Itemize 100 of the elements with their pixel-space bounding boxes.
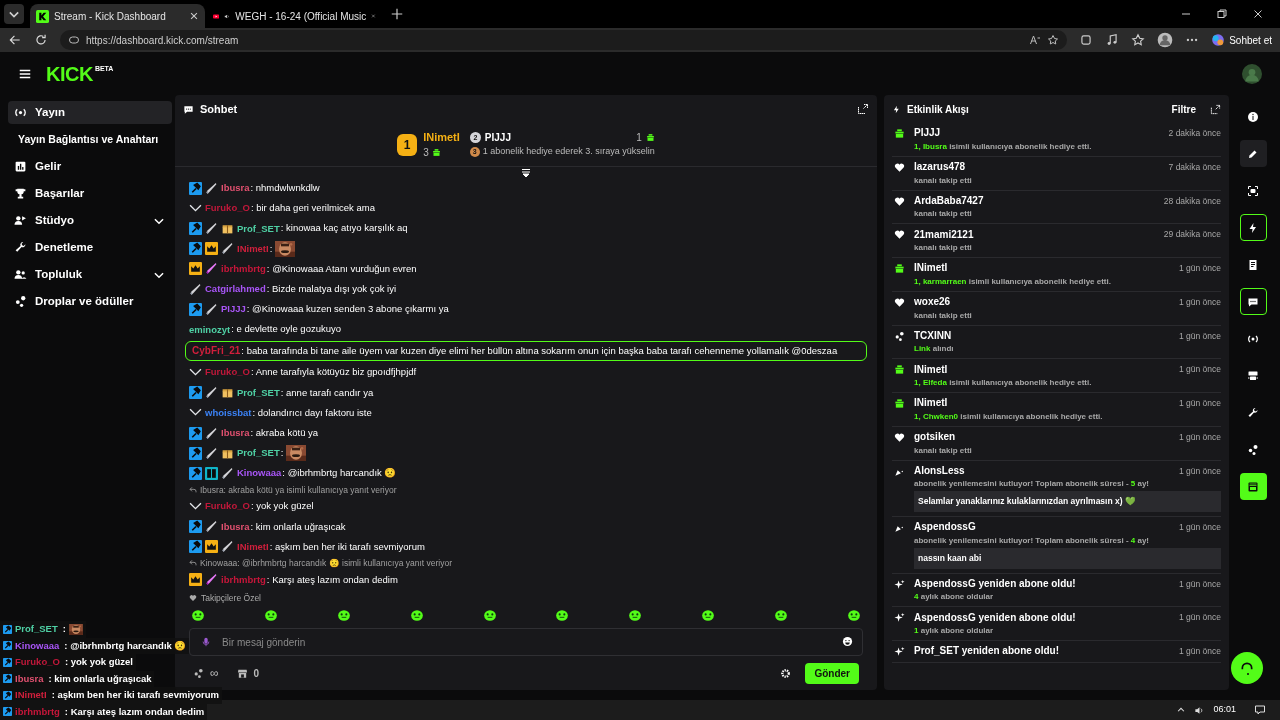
read-aloud-icon[interactable] — [1029, 34, 1042, 46]
browser-tab[interactable]: Stream - Kick Dashboard — [30, 4, 205, 28]
message-input[interactable]: Bir mesaj gönderin — [189, 628, 863, 656]
sidebar-item[interactable]: Gelir — [8, 155, 172, 178]
sidebar-item[interactable]: Yayın Bağlantısı ve Anahtarı — [8, 128, 172, 151]
event-title: AspendossG yeniden abone oldu! — [914, 611, 1077, 624]
popout-icon[interactable] — [857, 103, 869, 115]
username[interactable]: Ibusra — [221, 427, 250, 440]
drops-icon — [14, 295, 27, 308]
event-time: 1 gün önce — [1178, 464, 1221, 478]
emote-icon[interactable] — [409, 608, 424, 622]
message-text: : Karşı ateş lazım ondan dedim — [64, 704, 205, 719]
close-icon[interactable] — [1252, 8, 1264, 20]
message-text: : @ibrhmbrtg harcandık 😟 — [282, 466, 397, 481]
event-time: 1 gün önce — [1178, 645, 1221, 658]
event-time: 1 gün önce — [1178, 329, 1221, 343]
tool-button[interactable] — [1239, 288, 1267, 315]
sidebar-item[interactable]: Yayın — [8, 101, 172, 124]
trophy-icon — [14, 187, 27, 200]
event-title: woxe26 — [914, 296, 952, 309]
message-text: : — [62, 622, 66, 637]
username[interactable]: Ibusra — [221, 182, 250, 195]
emote-icon[interactable] — [263, 608, 278, 622]
hammer-badge-icon — [3, 657, 12, 667]
username[interactable]: Prof_SET — [237, 386, 280, 399]
sidebar-item[interactable]: Denetleme — [8, 236, 172, 259]
address-bar[interactable]: https://dashboard.kick.com/stream — [60, 30, 1068, 50]
username: INimetI — [15, 688, 47, 703]
emote-icon[interactable] — [482, 608, 497, 622]
username: INimetI — [423, 129, 460, 145]
drops-icon — [193, 667, 204, 679]
username[interactable]: Kinowaaa — [237, 467, 282, 480]
person-icon — [14, 214, 27, 227]
send-button[interactable]: Gönder — [805, 662, 859, 684]
event-message: nassın kaan abi — [914, 547, 1221, 569]
message-text: : @Kinowaaa Atanı vurduğun evren — [266, 261, 417, 276]
chat-icon — [183, 103, 194, 115]
username[interactable]: PIJJJ — [221, 303, 246, 316]
restore-icon[interactable] — [1216, 8, 1228, 20]
notification-icon[interactable] — [1254, 704, 1266, 716]
emote-icon[interactable] — [191, 608, 205, 622]
tool-button[interactable] — [1239, 140, 1267, 167]
music-icon[interactable] — [1105, 33, 1120, 47]
filter-button[interactable]: Filtre — [1171, 101, 1196, 117]
emote-icon[interactable] — [774, 608, 788, 622]
favorites-icon[interactable] — [1131, 33, 1146, 47]
emote-icon[interactable] — [336, 608, 351, 622]
reply-arrow-icon — [189, 559, 197, 568]
emote-icon[interactable] — [701, 608, 716, 622]
username[interactable]: Ibusra — [221, 520, 250, 533]
username[interactable]: Prof_SET — [237, 447, 280, 460]
reply-preview: Kinowaaa: @ibrhmbrtg harcandık 😟 isimli kullanıcıya yanıt veriyor — [200, 557, 453, 570]
star-icon[interactable] — [1047, 34, 1060, 46]
username[interactable]: whoissbat — [205, 406, 252, 419]
emote-icon[interactable] — [555, 608, 570, 622]
event-title: gotsiken — [914, 431, 957, 444]
avatar-icon[interactable] — [1242, 63, 1262, 84]
event-time: 1 gün önce — [1178, 611, 1221, 624]
message-text: : anne tarafı candır ya — [280, 385, 374, 400]
clock: 06:01 — [1213, 703, 1236, 717]
bolt-icon — [1247, 221, 1259, 234]
username[interactable]: Catgirlahmed — [205, 283, 266, 296]
back-icon[interactable] — [8, 33, 22, 47]
heart-icon — [189, 594, 197, 602]
sidebar-item[interactable]: Başarılar — [8, 182, 172, 205]
new-tab-icon[interactable] — [390, 7, 404, 21]
message-text: : @Kinowaaa kuzen senden 3 abone çıkarmı ya — [246, 302, 449, 317]
collapse-icon[interactable] — [520, 167, 532, 179]
event-time: 7 dakika önce — [1168, 160, 1221, 174]
close-icon[interactable] — [189, 11, 199, 21]
logo[interactable]: KICK — [46, 63, 93, 84]
settings-icon[interactable] — [780, 667, 792, 679]
store-icon[interactable] — [236, 667, 248, 679]
username: PIJJJ — [484, 131, 512, 146]
message-text: : Anne tarafıyla kötüyüz biz gpoıdfjhpjdf — [250, 365, 417, 380]
profile-avatar-icon[interactable] — [1157, 32, 1174, 48]
tab-list-icon[interactable] — [4, 4, 24, 24]
popout-icon[interactable] — [1210, 103, 1221, 115]
sidebar-item[interactable]: Stüdyo — [8, 209, 172, 232]
people-icon — [14, 268, 27, 281]
broadcast-icon — [14, 106, 27, 119]
help-button[interactable] — [1231, 652, 1263, 684]
chevron-up-icon[interactable] — [1176, 705, 1187, 715]
tool-button[interactable] — [1239, 473, 1267, 500]
emote-icon[interactable] — [846, 608, 861, 622]
tool-button[interactable] — [1239, 214, 1267, 241]
copilot-button[interactable]: Sohbet et — [1211, 32, 1272, 48]
sidebar-item[interactable]: Droplar ve ödüller — [8, 290, 172, 313]
username[interactable]: eminozyt — [189, 323, 231, 336]
username[interactable]: Prof_SET — [237, 222, 280, 235]
sidebar-item[interactable]: Topluluk — [8, 263, 172, 286]
reload-icon[interactable] — [34, 33, 48, 47]
username: Ibusra — [15, 671, 44, 686]
event-time: 1 gün önce — [1178, 262, 1221, 275]
event-detail: abonelik yenilemesini kutluyor! Toplam abonelik süresi - 4 ay! — [914, 535, 1151, 546]
message-text: : baba tarafında bi tane aile üyem var kuzen diye elimi her büllün altına sokarım onun için başka baba tarafı cehenneme yollamalık @0deszaa — [241, 343, 838, 358]
emote-icon[interactable] — [628, 608, 643, 622]
browser-tab[interactable]: WEGH - 16-24 (Official Music — [207, 4, 382, 28]
emoji-icon[interactable] — [842, 636, 853, 647]
hammer-badge-icon — [3, 641, 12, 651]
